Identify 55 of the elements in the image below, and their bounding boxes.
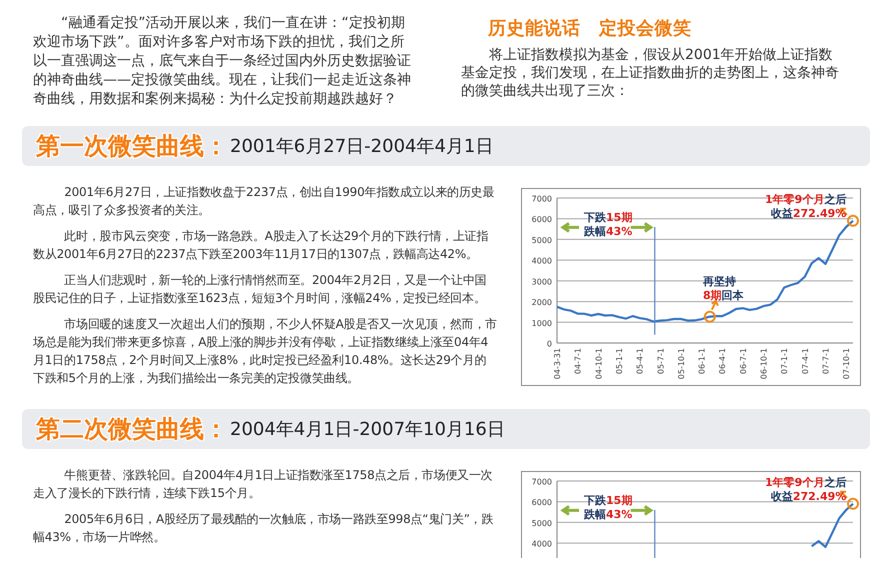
y-tick-label: 3000: [532, 277, 552, 286]
body-paragraph: 市场回暖的速度又一次超出人们的预期，不少人怀疑A股是否又一次见顶，然而，市场总是能为我们带来更多惊喜，A股上涨的脚步并没有停歇，上证指数继续上涨至04年4月1日的1758点，2个月时间又上涨8%，此时定投已经盈利10.48%。这长达29个月的下跌和5个月的上涨，为我们描绘出一条完美的定投微笑曲线。: [33, 316, 497, 387]
chart-annotation: 8期回本: [703, 289, 744, 303]
x-tick-label: 05-10-1: [676, 348, 686, 380]
chart-annotation: 收益272.49%: [770, 490, 846, 504]
chart-annotation: 再坚持: [703, 275, 736, 289]
chart-annotation: 下跌15期: [584, 494, 632, 508]
x-tick-label: 07-7-1: [821, 348, 830, 374]
y-tick-label: 4000: [532, 540, 552, 549]
chart-annotation: 跌幅43%: [584, 225, 632, 239]
circle-arrow-icon: [704, 299, 719, 323]
y-tick-label: 6000: [532, 498, 552, 508]
chart-annotation: 收益272.49%: [770, 207, 846, 221]
x-tick-label: 05-7-1: [656, 348, 666, 374]
body-paragraph: 此时，股市风云突变，市场一路急跌。A股走入了长达29个月的下跌行情，上证指数从2001年6月27日的2237点下跌至2003年11月17日的1307点，跌幅高达42%。: [33, 228, 490, 263]
y-tick-label: 7000: [532, 478, 552, 486]
left-arrow-icon: [560, 504, 580, 516]
body-paragraph: 正当人们悲观时，新一轮的上涨行情悄然而至。2004年2月2日，又是一个让中国股民记住的日子，上证指数涨至1623点，短短3个月时间，涨幅24%，定投已经回本。: [33, 272, 488, 307]
x-tick-label: 06-7-1: [738, 348, 748, 374]
x-tick-label: 04-7-1: [574, 348, 583, 374]
chart-annotation: 1年零9个月之后: [765, 193, 846, 207]
y-tick-label: 2000: [532, 298, 552, 308]
x-tick-label: 06-10-1: [760, 348, 768, 380]
chart-annotation: 跌幅43%: [584, 508, 632, 522]
y-tick-label: 7000: [532, 194, 552, 204]
index-line: [811, 502, 854, 548]
x-tick-label: 07-1-1: [780, 348, 790, 374]
body-paragraph: 牛熊更替、涨跌轮回。自2004年4月1日上证指数涨至1758点之后，市场便又一次走入了漫长的下跌行情，连续下跌15个月。: [33, 467, 494, 502]
x-tick-label: 06-1-1: [698, 348, 707, 374]
x-tick-label: 05-1-1: [614, 348, 624, 374]
section-title: 第二次微笑曲线：: [36, 414, 228, 445]
section-date-range: 2004年4月1日-2007年10月16日: [230, 418, 505, 441]
x-tick-label: 04-10-1: [594, 348, 604, 380]
y-tick-label: 5000: [532, 518, 552, 528]
x-tick-label: 06-4-1: [718, 348, 728, 374]
y-tick-label: 5000: [532, 236, 552, 245]
intro-paragraph: “融通看定投”活动开展以来，我们一直在讲：“定投初期欢迎市场下跌”。面对许多客户对市场下跌的担忧，我们之所以一直强调这一点，底气来自于一条经过国内外历史数据验证的神奇曲线——定投微笑曲线。现在，让我们一起走近这条神奇曲线，用数据和案例来揭秘：为什么定投前期越跌越好？: [33, 14, 412, 109]
marker-line: [654, 510, 656, 558]
x-tick-label: 07-10-1: [842, 348, 852, 380]
section-title: 第一次微笑曲线：: [36, 131, 228, 162]
y-tick-label: 4000: [532, 256, 552, 266]
y-tick-label: 6000: [532, 215, 552, 224]
y-tick-label: 0: [546, 340, 552, 348]
aside-paragraph: 将上证指数模拟为基金，假设从2001年开始做上证指数基金定投，我们发现，在上证指数曲折的走势图上，这条神奇的微笑曲线共出现了三次：: [461, 46, 840, 100]
section-date-range: 2001年6月27日-2004年4月1日: [230, 135, 494, 158]
left-arrow-icon: [560, 222, 580, 233]
x-tick-label: 07-4-1: [800, 348, 810, 374]
body-paragraph: 2005年6月6日，A股经历了最残酷的一次触底，市场一路跌至998点“鬼门关”，跌幅43%，市场一片哗然。: [33, 511, 494, 546]
y-tick-label: 1000: [532, 318, 552, 328]
chart-annotation: 1年零9个月之后: [765, 476, 846, 490]
chart-annotation: 下跌15期: [584, 211, 632, 225]
x-tick-label: 05-4-1: [636, 348, 645, 374]
body-paragraph: 2001年6月27日，上证指数收盘于2237点，创出自1990年指数成立以来的历史最高点，吸引了众多投资者的关注。: [33, 184, 496, 219]
section-heading: 历史能说话 定投会微笑: [488, 17, 692, 41]
x-tick-label: 04-3-31: [553, 348, 562, 380]
